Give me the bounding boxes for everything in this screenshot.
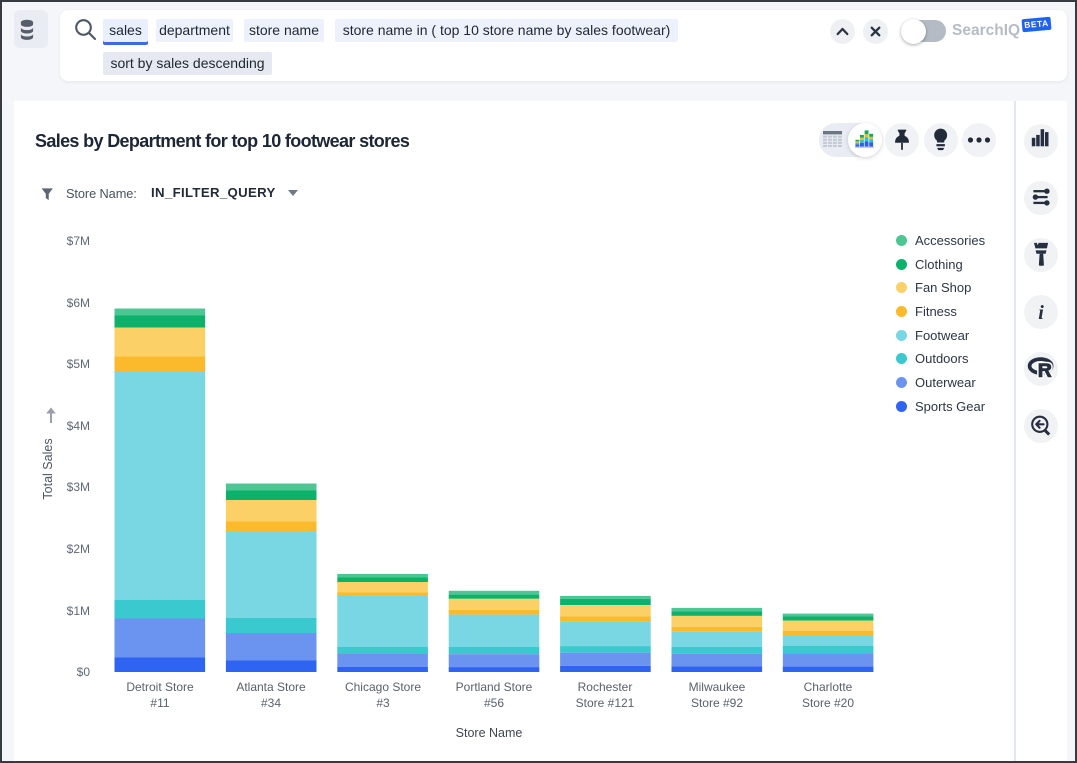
svg-text:i: i (1038, 302, 1044, 324)
